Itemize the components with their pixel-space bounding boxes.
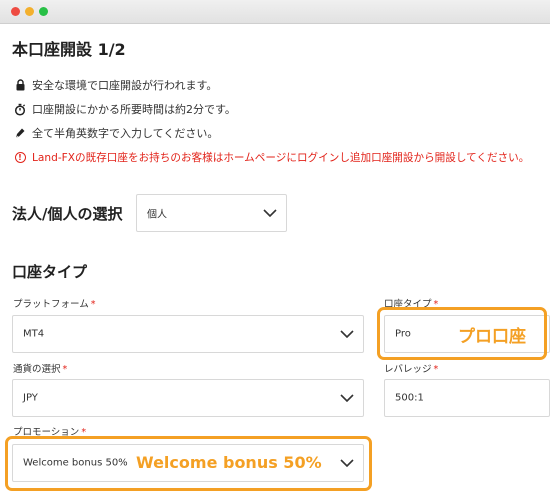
leverage-select-value: 500:1: [395, 392, 424, 404]
platform-label: プラットフォーム *: [13, 299, 96, 310]
notice-existing-account: ! Land-FXの既存口座をお持ちのお客様はホームページにログインし追加口座開…: [13, 150, 529, 165]
chevron-down-icon: [263, 209, 277, 217]
window-titlebar: [0, 0, 550, 24]
currency-label: 通貨の選択 *: [13, 364, 68, 375]
notice-text: Land-FXの既存口座をお持ちのお客様はホームページにログインし追加口座開設か…: [32, 152, 530, 164]
account-type-heading: 口座タイプ: [12, 263, 88, 281]
entity-label: 法人/個人の選択: [12, 205, 123, 223]
leverage-label: レバレッジ *: [384, 364, 439, 375]
warning-icon: !: [13, 151, 27, 165]
entity-select[interactable]: 個人: [136, 194, 287, 232]
maximize-window-button[interactable]: [39, 7, 48, 16]
pen-icon: [13, 126, 27, 140]
notice-text: 全て半角英数字で入力してください。: [32, 127, 219, 140]
notice-halfwidth: 全て半角英数字で入力してください。: [13, 125, 218, 141]
notice-text: 安全な環境で口座開設が行われます。: [32, 79, 218, 92]
entity-select-value: 個人: [147, 209, 167, 221]
promotion-callout: Welcome bonus 50%: [136, 453, 322, 472]
platform-select-value: MT4: [23, 328, 45, 340]
chevron-down-icon: [340, 330, 354, 338]
notice-duration: 口座開設にかかる所要時間は約2分です。: [13, 101, 236, 117]
notice-secure: 安全な環境で口座開設が行われます。: [13, 77, 217, 93]
page-title: 本口座開設 1/2: [12, 40, 126, 59]
currency-select-value: JPY: [23, 392, 38, 404]
currency-select[interactable]: JPY: [12, 379, 364, 417]
lock-icon: [13, 78, 27, 92]
pro-account-callout: プロ口座: [458, 327, 526, 347]
close-window-button[interactable]: [11, 7, 20, 16]
notice-text: 口座開設にかかる所要時間は約2分です。: [32, 103, 236, 116]
leverage-select[interactable]: 500:1: [384, 379, 550, 417]
platform-select[interactable]: MT4: [12, 315, 364, 353]
chevron-down-icon: [340, 394, 354, 402]
minimize-window-button[interactable]: [25, 7, 34, 16]
stopwatch-icon: [13, 102, 27, 116]
